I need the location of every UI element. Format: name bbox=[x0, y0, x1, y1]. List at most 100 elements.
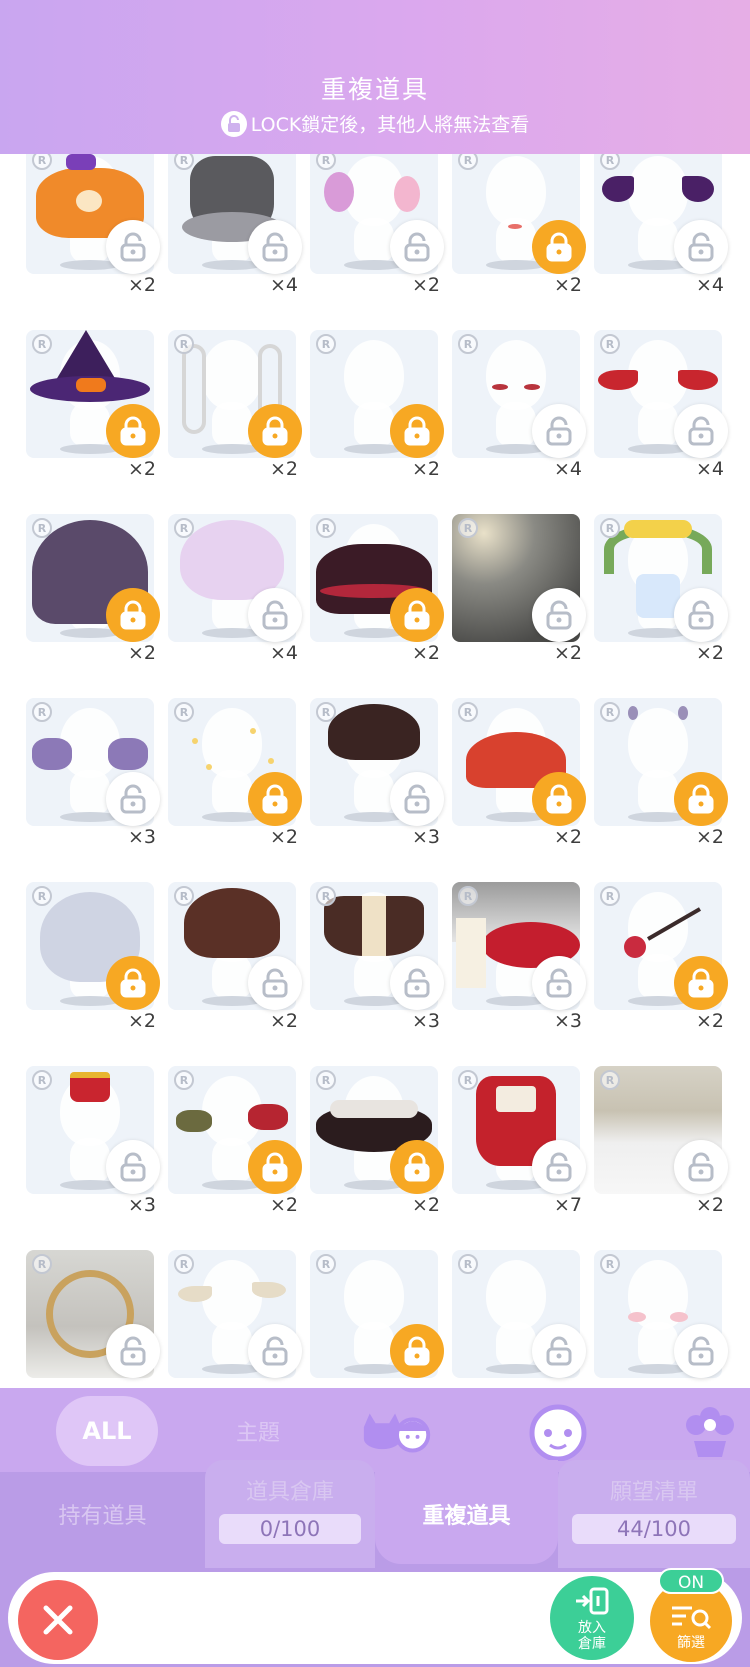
item-card[interactable]: R ×2 bbox=[594, 1066, 728, 1241]
item-grid[interactable]: R ×2 R ×4 R ×2 R ×2 R ×4 R ×2 R ×2 R ×2 R ×4 R ×4 R ×2 R ×4 R ×2 R… bbox=[0, 154, 750, 1388]
close-icon bbox=[43, 1605, 73, 1635]
move-to-storage-button[interactable]: 放入 倉庫 bbox=[550, 1576, 634, 1660]
item-quantity: ×2 bbox=[127, 458, 156, 480]
item-quantity: ×3 bbox=[411, 1010, 440, 1032]
unlocked-icon[interactable] bbox=[248, 220, 302, 274]
store-label: 放入 倉庫 bbox=[550, 1620, 634, 1652]
item-card[interactable]: R ×2 bbox=[452, 698, 586, 873]
tab-duplicate[interactable]: 重複道具 bbox=[375, 1460, 558, 1564]
locked-icon[interactable] bbox=[248, 772, 302, 826]
item-card[interactable]: R ×2 bbox=[594, 882, 728, 1057]
locked-icon[interactable] bbox=[532, 220, 586, 274]
item-card[interactable]: R ×2 bbox=[310, 1066, 444, 1241]
item-card[interactable]: R ×2 bbox=[310, 154, 444, 321]
unlocked-icon[interactable] bbox=[106, 1324, 160, 1378]
tab-wishlist[interactable]: 願望清單 44/100 bbox=[558, 1460, 750, 1568]
item-card[interactable]: R bbox=[168, 1250, 302, 1388]
rarity-badge: R bbox=[316, 886, 336, 906]
unlocked-icon[interactable] bbox=[674, 404, 728, 458]
rarity-badge: R bbox=[600, 1254, 620, 1274]
item-card[interactable]: R ×4 bbox=[594, 330, 728, 505]
filter-status-badge: ON bbox=[658, 1568, 724, 1594]
unlocked-icon[interactable] bbox=[390, 956, 444, 1010]
unlocked-icon[interactable] bbox=[532, 404, 586, 458]
locked-icon[interactable] bbox=[674, 772, 728, 826]
close-button[interactable] bbox=[18, 1580, 98, 1660]
item-card[interactable]: R ×2 bbox=[168, 330, 302, 505]
item-card[interactable]: R ×2 bbox=[452, 514, 586, 689]
item-quantity: ×2 bbox=[411, 1194, 440, 1216]
item-quantity: ×2 bbox=[695, 642, 724, 664]
item-card[interactable]: R ×2 bbox=[168, 882, 302, 1057]
unlocked-icon[interactable] bbox=[674, 1140, 728, 1194]
rarity-badge: R bbox=[32, 1254, 52, 1274]
unlocked-icon[interactable] bbox=[248, 588, 302, 642]
item-card[interactable]: R ×3 bbox=[310, 882, 444, 1057]
item-card[interactable]: R ×4 bbox=[168, 154, 302, 321]
unlocked-icon[interactable] bbox=[674, 1324, 728, 1378]
item-card[interactable]: R ×3 bbox=[26, 1066, 160, 1241]
item-card[interactable]: R ×2 bbox=[26, 514, 160, 689]
unlocked-icon[interactable] bbox=[248, 1324, 302, 1378]
unlocked-icon[interactable] bbox=[532, 588, 586, 642]
unlocked-icon[interactable] bbox=[674, 588, 728, 642]
unlocked-icon[interactable] bbox=[106, 220, 160, 274]
rarity-badge: R bbox=[458, 518, 478, 538]
item-card[interactable]: R ×2 bbox=[594, 698, 728, 873]
plant-icon[interactable] bbox=[670, 1396, 750, 1466]
unlocked-icon[interactable] bbox=[390, 220, 444, 274]
item-quantity: ×4 bbox=[695, 274, 724, 296]
item-card[interactable]: R ×3 bbox=[310, 698, 444, 873]
locked-icon[interactable] bbox=[390, 1140, 444, 1194]
unlocked-icon[interactable] bbox=[532, 956, 586, 1010]
item-card[interactable]: R ×4 bbox=[594, 154, 728, 321]
rarity-badge: R bbox=[32, 1070, 52, 1090]
unlocked-icon[interactable] bbox=[106, 772, 160, 826]
item-card[interactable]: R bbox=[594, 1250, 728, 1388]
pets-icon[interactable] bbox=[358, 1396, 438, 1466]
item-card[interactable]: R ×2 bbox=[26, 882, 160, 1057]
unlocked-icon[interactable] bbox=[390, 772, 444, 826]
unlocked-icon[interactable] bbox=[248, 956, 302, 1010]
storage-counter: 0/100 bbox=[219, 1514, 361, 1544]
tab-theme[interactable]: 主題 bbox=[218, 1396, 298, 1466]
locked-icon[interactable] bbox=[248, 1140, 302, 1194]
item-card[interactable]: R bbox=[26, 1250, 160, 1388]
locked-icon[interactable] bbox=[106, 588, 160, 642]
tab-all[interactable]: ALL bbox=[56, 1396, 158, 1466]
locked-icon[interactable] bbox=[390, 588, 444, 642]
locked-icon[interactable] bbox=[390, 1324, 444, 1378]
unlocked-icon[interactable] bbox=[532, 1324, 586, 1378]
item-card[interactable]: R ×2 bbox=[310, 330, 444, 505]
unlocked-icon[interactable] bbox=[532, 1140, 586, 1194]
face-icon[interactable] bbox=[518, 1396, 598, 1466]
item-card[interactable]: R ×2 bbox=[168, 1066, 302, 1241]
tab-owned-items[interactable]: 持有道具 bbox=[0, 1472, 205, 1568]
tab-storage[interactable]: 道具倉庫 0/100 bbox=[205, 1460, 375, 1568]
item-card[interactable]: R ×2 bbox=[26, 154, 160, 321]
locked-icon[interactable] bbox=[390, 404, 444, 458]
locked-icon[interactable] bbox=[106, 404, 160, 458]
page-title: 重複道具 bbox=[320, 75, 429, 104]
unlocked-icon[interactable] bbox=[106, 1140, 160, 1194]
locked-icon[interactable] bbox=[106, 956, 160, 1010]
item-card[interactable]: R ×2 bbox=[310, 514, 444, 689]
locked-icon[interactable] bbox=[674, 956, 728, 1010]
item-card[interactable]: R ×7 bbox=[452, 1066, 586, 1241]
item-card[interactable]: R ×3 bbox=[26, 698, 160, 873]
item-card[interactable]: R ×2 bbox=[26, 330, 160, 505]
tab-wishlist-label: 願望清單 bbox=[609, 1480, 698, 1505]
unlocked-icon[interactable] bbox=[674, 220, 728, 274]
locked-icon[interactable] bbox=[248, 404, 302, 458]
item-card[interactable]: R ×4 bbox=[168, 514, 302, 689]
locked-icon[interactable] bbox=[532, 772, 586, 826]
lock-hint-text: LOCK鎖定後，其他人將無法查看 bbox=[250, 114, 530, 136]
item-card[interactable]: R ×3 bbox=[452, 882, 586, 1057]
item-card[interactable]: R bbox=[310, 1250, 444, 1388]
rarity-badge: R bbox=[458, 334, 478, 354]
item-card[interactable]: R ×2 bbox=[168, 698, 302, 873]
item-card[interactable]: R ×4 bbox=[452, 330, 586, 505]
item-card[interactable]: R ×2 bbox=[452, 154, 586, 321]
item-card[interactable]: R bbox=[452, 1250, 586, 1388]
item-card[interactable]: R ×2 bbox=[594, 514, 728, 689]
